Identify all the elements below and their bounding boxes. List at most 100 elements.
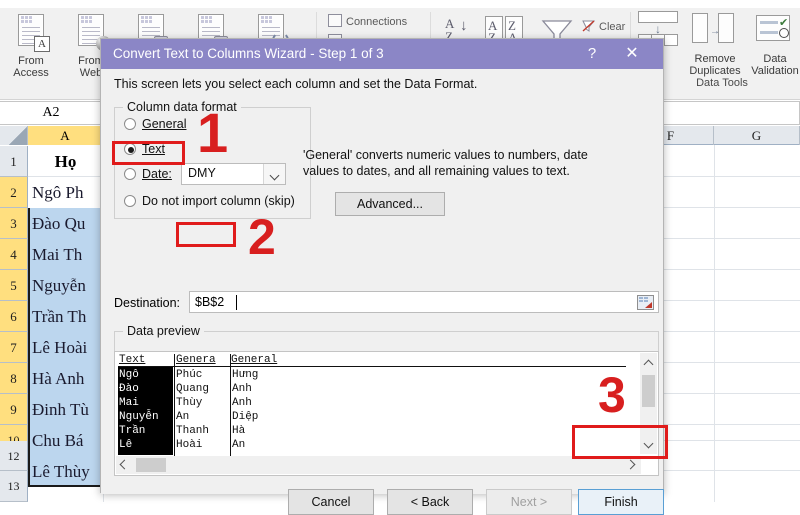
preview-header-1[interactable]: Text [119,354,145,366]
cell-a7[interactable]: Lê Hoài [28,332,103,363]
preview-c1r1: Ngô [119,369,139,381]
scroll-up-icon[interactable] [640,353,657,370]
preview-c1r4: Nguyễn [119,411,159,423]
cell-a2[interactable]: Ngô Ph [28,177,103,208]
data-validation-label-1: Data [763,53,787,65]
radio-general[interactable]: General [124,117,186,131]
remove-duplicates-label-1: Remove [694,53,736,65]
row-header-4[interactable]: 4 [0,239,28,270]
vertical-scroll-thumb[interactable] [642,375,655,407]
preview-header-row: Text Genera General [118,354,626,367]
scroll-left-icon[interactable] [118,459,132,471]
chevron-down-icon[interactable] [263,164,285,184]
row-header-6[interactable]: 6 [0,301,28,332]
cell-a9[interactable]: Đinh Tù [28,394,103,425]
preview-horizontal-scrollbar[interactable] [116,456,641,474]
date-format-select[interactable]: DMY [181,163,286,185]
close-icon[interactable]: ✕ [615,39,649,69]
annotation-box-text-radio [112,141,185,165]
range-picker-icon[interactable] [637,295,654,310]
preview-c3r4: Diệp [232,411,259,423]
preview-c1r3: Mai [119,397,139,409]
text-caret [236,295,237,310]
data-tools-group-label: Data Tools [696,77,748,89]
next-button: Next > [486,489,572,515]
preview-c2r4: An [176,411,190,423]
column-header-a[interactable]: A [28,126,103,145]
annotation-box-destination [176,222,236,247]
column-header-g[interactable]: G [714,126,800,145]
horizontal-scroll-thumb[interactable] [136,458,166,472]
annotation-step-1: 1 [197,101,229,164]
cell-a10[interactable]: Chu Bá [28,425,103,456]
dialog-titlebar[interactable]: Convert Text to Columns Wizard - Step 1 … [101,39,663,69]
preview-c2r5: Thanh [176,425,210,437]
data-validation-icon: ✔ [746,10,800,50]
ribbon-top-strip [0,0,800,8]
cell-a11[interactable]: Lê Thùy [28,456,103,487]
dialog-intro-text: This screen lets you select each column … [114,77,478,91]
row-header-3[interactable]: 3 [0,208,28,239]
row-header-13[interactable]: 13 [0,471,28,502]
radio-do-not-import-indicator [124,195,136,207]
help-icon[interactable]: ? [577,39,607,69]
cancel-button[interactable]: Cancel [288,489,374,515]
annotation-step-2: 2 [248,209,276,265]
connections-icon [328,14,342,27]
annotation-box-finish [572,425,668,459]
row-header-12[interactable]: 12 [0,441,28,471]
date-format-value: DMY [188,166,216,180]
cell-a5[interactable]: Nguyễn [28,270,103,301]
preview-c1r6: Lê [119,439,133,451]
row-header-7[interactable]: 7 [0,332,28,363]
back-button[interactable]: < Back [387,489,473,515]
preview-c2r2: Quang [176,383,210,395]
cell-a3[interactable]: Đào Qu [28,208,103,239]
preview-c3r3: Anh [232,397,252,409]
radio-do-not-import-label: Do not import column (skip) [142,194,295,208]
name-box[interactable]: A2 [0,101,103,125]
dialog-title: Convert Text to Columns Wizard - Step 1 … [113,46,384,61]
preview-c3r5: Hà [232,425,246,437]
select-all-corner[interactable] [0,126,28,145]
radio-date[interactable]: Date: [124,167,172,181]
preview-c3r2: Anh [232,383,252,395]
row-header-8[interactable]: 8 [0,363,28,394]
ribbon-button-remove-duplicates[interactable]: → Remove Duplicates [684,10,746,77]
ribbon-label-line2: Access [13,67,49,79]
radio-date-label: Date: [142,167,172,181]
preview-c2r6: Hoài [176,439,203,451]
scroll-right-icon[interactable] [625,459,639,471]
radio-date-indicator [124,168,136,180]
ribbon-button-connections[interactable]: Connections [328,14,407,28]
format-description: 'General' converts numeric values to num… [303,148,588,178]
row-header-1[interactable]: 1 [0,146,28,177]
row-header-9[interactable]: 9 [0,394,28,425]
cell-a1[interactable]: Họ [28,146,103,177]
data-preview-content: Text Genera General Ngô Đào Mai Nguyễn T… [118,354,626,456]
preview-header-2[interactable]: Genera [176,354,216,366]
preview-header-3[interactable]: General [231,354,277,366]
radio-do-not-import[interactable]: Do not import column (skip) [124,194,295,208]
cell-a4[interactable]: Mai Th [28,239,103,270]
row-header-5[interactable]: 5 [0,270,28,301]
destination-input[interactable]: $B$2 [189,291,659,313]
radio-general-indicator [124,118,136,130]
from-access-icon: A [10,12,52,52]
ribbon-button-from-access[interactable]: A From Access [2,12,60,79]
radio-general-label: General [142,117,187,131]
annotation-step-3: 3 [598,367,626,423]
finish-button[interactable]: Finish [578,489,664,515]
ribbon-button-data-validation[interactable]: ✔ Data Validation [746,10,800,77]
destination-value: $B$2 [195,295,225,309]
cell-a6[interactable]: Trần Th [28,301,103,332]
advanced-button[interactable]: Advanced... [335,192,445,216]
preview-c2r1: Phúc [176,369,203,381]
preview-c2r3: Thùy [176,397,203,409]
row-header-2[interactable]: 2 [0,177,28,208]
cell-a8[interactable]: Hà Anh [28,363,103,394]
data-validation-label-2: Validation [751,65,799,77]
ribbon-button-clear[interactable]: Clear [582,20,625,33]
preview-c1r2: Đào [119,383,139,395]
preview-c1r5: Trần [119,425,146,437]
